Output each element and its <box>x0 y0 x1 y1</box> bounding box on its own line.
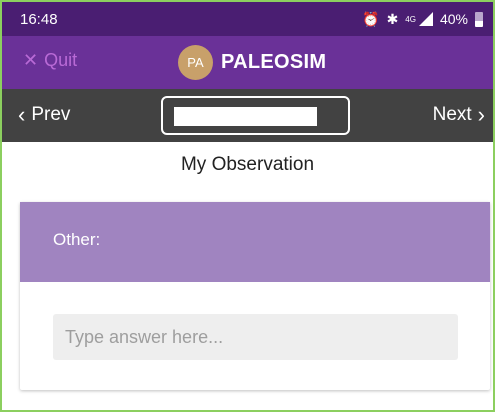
prev-label: Prev <box>31 104 71 125</box>
prev-button[interactable]: ‹ Prev <box>18 104 70 126</box>
quit-button[interactable]: ✕ Quit <box>23 50 77 71</box>
chevron-left-icon: ‹ <box>18 102 26 127</box>
bluetooth-icon: ✱ <box>386 10 399 27</box>
chevron-right-icon: › <box>477 102 485 127</box>
status-bar: 16:48 ⏰ ✱ 4G 40% <box>2 2 493 36</box>
question-label: Other: <box>20 202 490 282</box>
answer-input[interactable] <box>53 314 458 360</box>
question-card: Other: <box>20 202 490 390</box>
app-brand: PA PALEOSIM <box>178 45 326 80</box>
battery-icon <box>475 11 483 27</box>
app-logo-badge: PA <box>178 45 213 80</box>
network-type: 4G <box>405 14 416 24</box>
signal-icon <box>418 12 433 26</box>
battery-percent: 40% <box>439 11 468 27</box>
page-selector-value <box>174 107 317 126</box>
app-frame: 16:48 ⏰ ✱ 4G 40% ✕ Quit PA PALEOSIM ‹ Pr… <box>0 0 495 412</box>
status-icons: ⏰ ✱ 4G 40% <box>362 11 483 28</box>
quit-label: Quit <box>44 50 78 70</box>
status-time: 16:48 <box>20 10 58 28</box>
alarm-icon: ⏰ <box>362 10 380 27</box>
close-icon: ✕ <box>23 50 39 70</box>
next-label: Next <box>432 104 472 125</box>
app-bar: ✕ Quit PA PALEOSIM <box>2 36 493 89</box>
app-title: PALEOSIM <box>221 51 327 73</box>
page-selector[interactable] <box>161 96 350 135</box>
navigation-bar: ‹ Prev Next › <box>2 89 493 142</box>
next-button[interactable]: Next › <box>433 104 485 126</box>
page-title: My Observation <box>180 154 315 175</box>
